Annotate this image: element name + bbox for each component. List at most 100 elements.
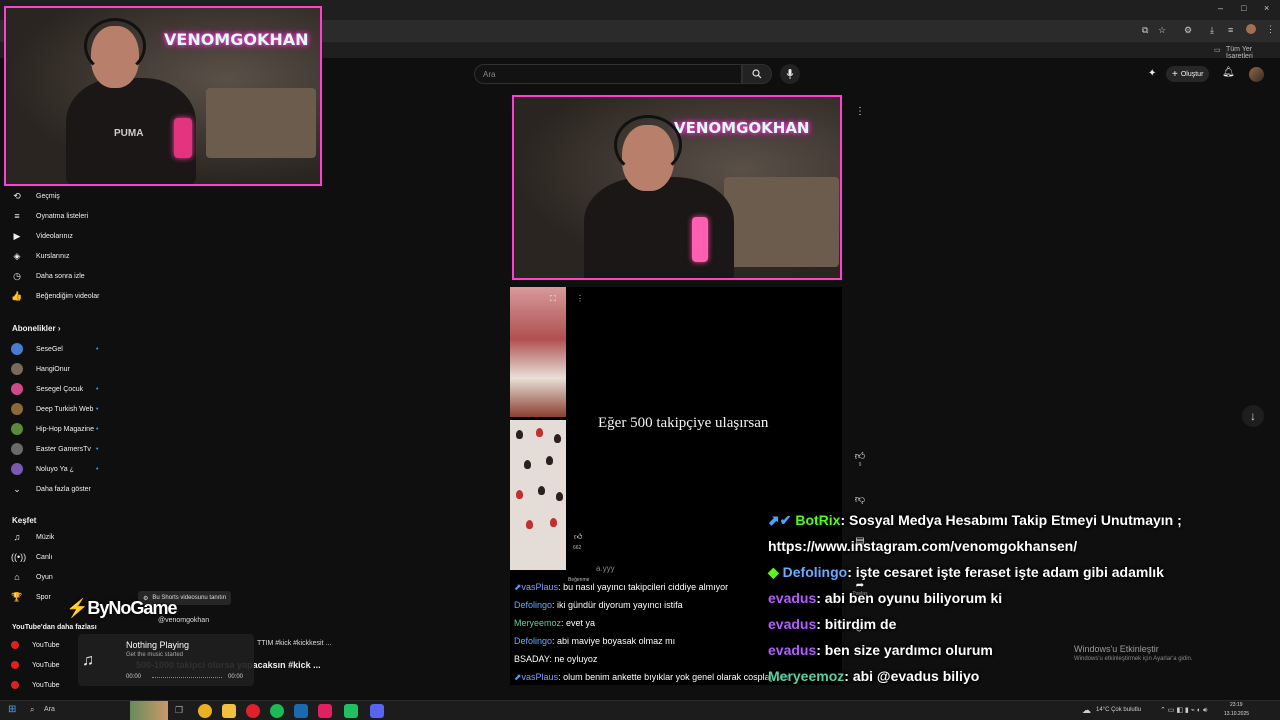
shorts-thumbnail[interactable] <box>510 287 566 417</box>
sidebar-item-label: Deep Turkish Web <box>36 405 94 413</box>
chat-username: Defolingo <box>782 564 848 580</box>
subscription-item[interactable]: SeseGel • <box>0 340 118 358</box>
neon-sign: VENOMGOKHAN <box>164 30 309 49</box>
mic-stand <box>692 217 708 262</box>
next-short-button[interactable]: ↓ <box>1242 405 1264 427</box>
avatar[interactable] <box>1249 67 1264 82</box>
like-button[interactable]: 👍︎ 9 <box>848 450 872 468</box>
chat-username: BSADAY <box>514 654 550 664</box>
sidebar-item-label: Spor <box>36 593 51 601</box>
arrow-down-icon: ↓ <box>1250 409 1256 423</box>
chat-text: : bu nasıl yayıncı takipcileri ciddiye a… <box>558 582 729 592</box>
chrome-icon[interactable] <box>198 704 212 718</box>
discord-icon[interactable] <box>370 704 384 718</box>
show-more-button[interactable]: ⌄ Daha fazla göster <box>0 480 118 498</box>
download-icon[interactable]: ⤓ <box>1210 25 1214 36</box>
chevron-down-icon: ⌄ <box>13 483 21 494</box>
subscriptions-heading[interactable]: Abonelikler › <box>12 324 60 333</box>
chat-text: : işte cesaret işte feraset işte adam gi… <box>847 564 1164 580</box>
create-label: Oluştur <box>1180 70 1204 78</box>
steam-icon[interactable] <box>294 704 308 718</box>
subscription-item[interactable]: Sesegel Çocuk • <box>0 380 118 398</box>
task-view-icon[interactable]: ❐ <box>175 705 183 716</box>
clock-time[interactable]: 23:19 <box>1230 702 1243 708</box>
stream-video-webcam[interactable]: VENOMGOKHAN <box>512 95 842 280</box>
app-icon[interactable] <box>318 704 332 718</box>
dislike-button[interactable]: 👎︎ <box>848 493 872 505</box>
windows-start-icon[interactable]: ⊞ <box>8 704 16 715</box>
minimize-button[interactable]: – <box>1218 3 1223 13</box>
diamond-badge-icon: ◆ <box>768 564 783 580</box>
sidebar-item-label: Oynatma listeleri <box>36 212 89 220</box>
search-button[interactable] <box>742 64 772 84</box>
ai-icon[interactable]: ✦ <box>1148 68 1156 79</box>
file-explorer-icon[interactable] <box>222 704 236 718</box>
time-end: 00:00 <box>228 674 244 680</box>
subscription-item[interactable]: Noluyo Ya ¿ • <box>0 460 118 478</box>
video-title[interactable]: TTIM #kick #kickkesit ... <box>257 640 331 647</box>
now-playing-widget: ♫ Nothing Playing Get the music started … <box>78 634 254 686</box>
explore-item[interactable]: ♫ Müzik <box>0 528 118 546</box>
close-window-button[interactable]: × <box>1264 3 1269 13</box>
activation-title: Windows'u Etkinleştir <box>1074 644 1159 654</box>
cast-icon[interactable]: ⧉ <box>1142 25 1148 36</box>
subscription-item[interactable]: HangiOnur <box>0 360 118 378</box>
search-input[interactable]: Ara <box>474 64 742 84</box>
opera-icon[interactable] <box>246 704 260 718</box>
shorts-thumbnail-pegboard[interactable] <box>510 420 566 570</box>
explore-item[interactable]: ⌂ Oyun <box>0 568 118 586</box>
create-button[interactable]: + Oluştur <box>1166 66 1210 82</box>
spotify-icon[interactable] <box>270 704 284 718</box>
music-note-icon: ♫ <box>82 652 94 669</box>
kick-icon[interactable] <box>344 704 358 718</box>
sidebar-item-2[interactable]: ▶ Videolarınız <box>0 227 118 245</box>
chat-text: : bitirdim de <box>816 616 897 632</box>
star-icon[interactable]: ☆ <box>1158 25 1166 36</box>
course-icon: ◈ <box>13 250 21 261</box>
new-content-dot: • <box>96 445 99 453</box>
subscription-item[interactable]: Easter GamersTv • <box>0 440 118 458</box>
more-icon[interactable]: ⋮ <box>1266 24 1275 35</box>
youtube-logo-icon <box>11 681 19 689</box>
sidebar-item-1[interactable]: ≡ Oynatma listeleri <box>0 207 118 225</box>
taskbar-search-icon[interactable]: ⌕ <box>30 705 34 715</box>
channel-handle[interactable]: @venomgokhan <box>158 617 209 624</box>
taskbar-search-input[interactable]: Ara <box>44 706 55 713</box>
voice-search-button[interactable] <box>780 64 800 84</box>
weather-icon[interactable]: ☁ <box>1082 705 1091 716</box>
profile-icon[interactable] <box>1246 24 1256 34</box>
subscription-item[interactable]: Deep Turkish Web • <box>0 400 118 418</box>
menu-icon[interactable]: ≡ <box>1228 25 1233 35</box>
more-options-icon[interactable]: ⋮ <box>848 106 872 117</box>
more-from-youtube-heading: YouTube'dan daha fazlası <box>12 624 97 631</box>
subscription-item[interactable]: Hip-Hop Magazine • <box>0 420 118 438</box>
chat-username: vasPlaus <box>521 672 559 682</box>
clock-date[interactable]: 13.10.2025 <box>1224 711 1249 717</box>
sidebar-item-5[interactable]: 👍 Beğendiğim videolar <box>0 287 118 305</box>
chat-username: Defolingo <box>514 636 553 646</box>
maximize-button[interactable]: □ <box>1241 3 1246 13</box>
watch-later-icon: ◷ <box>13 270 21 281</box>
partial-handle: a.yyy <box>596 564 615 573</box>
fullscreen-icon[interactable]: ⛶ <box>550 294 556 304</box>
chat-message: ⬈✔ BotRix: Sosyal Medya Hesabımı Takip E… <box>768 507 1268 533</box>
more-options-icon[interactable]: ⋮ <box>576 294 584 303</box>
chat-text: : ne oyluyoz <box>549 654 598 664</box>
sidebar-item-4[interactable]: ◷ Daha sonra izle <box>0 267 118 285</box>
brand-text: ByNoGame <box>87 598 177 618</box>
chat-username: Meryeemoz <box>768 668 845 684</box>
chat-username: evadus <box>768 616 817 632</box>
tray-icons[interactable]: ⌃ ▭ ◧ ▮ ⌁ ◐ 🔊︎ <box>1160 706 1207 715</box>
sidebar-item-0[interactable]: ⟲ Geçmiş <box>0 187 118 205</box>
bell-icon[interactable]: 🔔︎ <box>1222 67 1235 78</box>
explore-item[interactable]: ((•)) Canlı <box>0 548 118 566</box>
small-like-icon[interactable]: 👍︎ <box>574 532 582 542</box>
sidebar-item-label: Kurslarınız <box>36 252 70 260</box>
channel-avatar <box>11 383 23 395</box>
chat-message: ◆ Defolingo: işte cesaret işte feraset i… <box>768 559 1268 585</box>
subscriptions-title: Abonelikler <box>12 324 56 333</box>
weather-text[interactable]: 14°C Çok bulutlu <box>1096 707 1141 713</box>
sidebar-item-label: Oyun <box>36 573 53 581</box>
sidebar-item-3[interactable]: ◈ Kurslarınız <box>0 247 118 265</box>
extensions-icon[interactable]: ⚙ <box>1184 25 1192 36</box>
